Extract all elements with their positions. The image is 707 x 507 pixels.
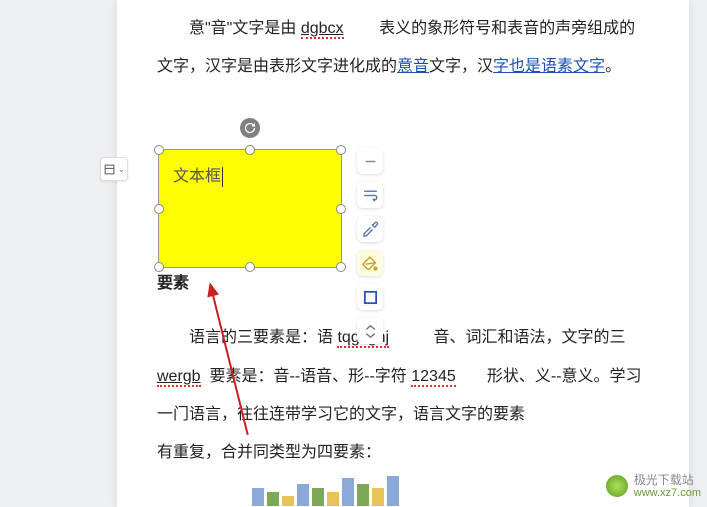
underlined-text: 12345: [411, 368, 456, 387]
paragraph-2: 语言的三要素是：语 tqgsghj 音、词汇和语法，文字的三 wergb 要素是…: [157, 319, 649, 473]
shape-toolbar: [356, 148, 384, 344]
link-yiyin[interactable]: 意音: [397, 58, 429, 75]
underlined-text: wergb: [157, 368, 201, 387]
resize-handle-tr[interactable]: [336, 145, 346, 155]
resize-handle-r[interactable]: [336, 204, 346, 214]
layout-options-button[interactable]: ⌄: [100, 157, 128, 181]
underlined-text: dgbcx: [301, 20, 344, 39]
watermark: 极光下载站 www.xz7.com: [606, 474, 701, 499]
resize-handle-l[interactable]: [154, 204, 164, 214]
text-box[interactable]: 文本框: [158, 149, 342, 268]
chevron-down-icon: ⌄: [118, 165, 125, 174]
text: 要素是：音--语音、形--字符: [209, 368, 406, 385]
watermark-name: 极光下载站: [634, 474, 701, 487]
fill-color-button[interactable]: [357, 250, 383, 276]
text: 意"音"文字是由: [189, 20, 296, 37]
rotate-handle[interactable]: [240, 118, 260, 138]
text: 文字，汉: [429, 58, 493, 75]
resize-handle-bl[interactable]: [154, 262, 164, 272]
watermark-url: www.xz7.com: [634, 487, 701, 499]
text: 。: [605, 58, 621, 75]
text-wrap-button[interactable]: [357, 182, 383, 208]
text-cursor: [222, 167, 223, 187]
border-button[interactable]: [357, 284, 383, 310]
resize-handle-br[interactable]: [336, 262, 346, 272]
text: 音、词汇和语法，文字的三: [434, 329, 626, 346]
mini-bar-chart: [252, 466, 399, 506]
collapse-button[interactable]: [357, 148, 383, 174]
resize-handle-tl[interactable]: [154, 145, 164, 155]
text: 语言的三要素是：语: [189, 329, 333, 346]
paragraph-1: 意"音"文字是由 dgbcx 表义的象形符号和表音的声旁组成的文字，汉字是由表形…: [157, 10, 649, 87]
textbox-text[interactable]: 文本框: [173, 168, 221, 185]
watermark-logo-icon: [606, 475, 628, 497]
more-options-button[interactable]: [357, 318, 383, 344]
resize-handle-t[interactable]: [245, 145, 255, 155]
heading-yaosu: 要素: [157, 265, 649, 303]
text: 有重复，合并同类型为四要素：: [157, 444, 381, 461]
resize-handle-b[interactable]: [245, 262, 255, 272]
link-yusu[interactable]: 字也是语素文字: [493, 58, 605, 75]
eyedropper-button[interactable]: [357, 216, 383, 242]
